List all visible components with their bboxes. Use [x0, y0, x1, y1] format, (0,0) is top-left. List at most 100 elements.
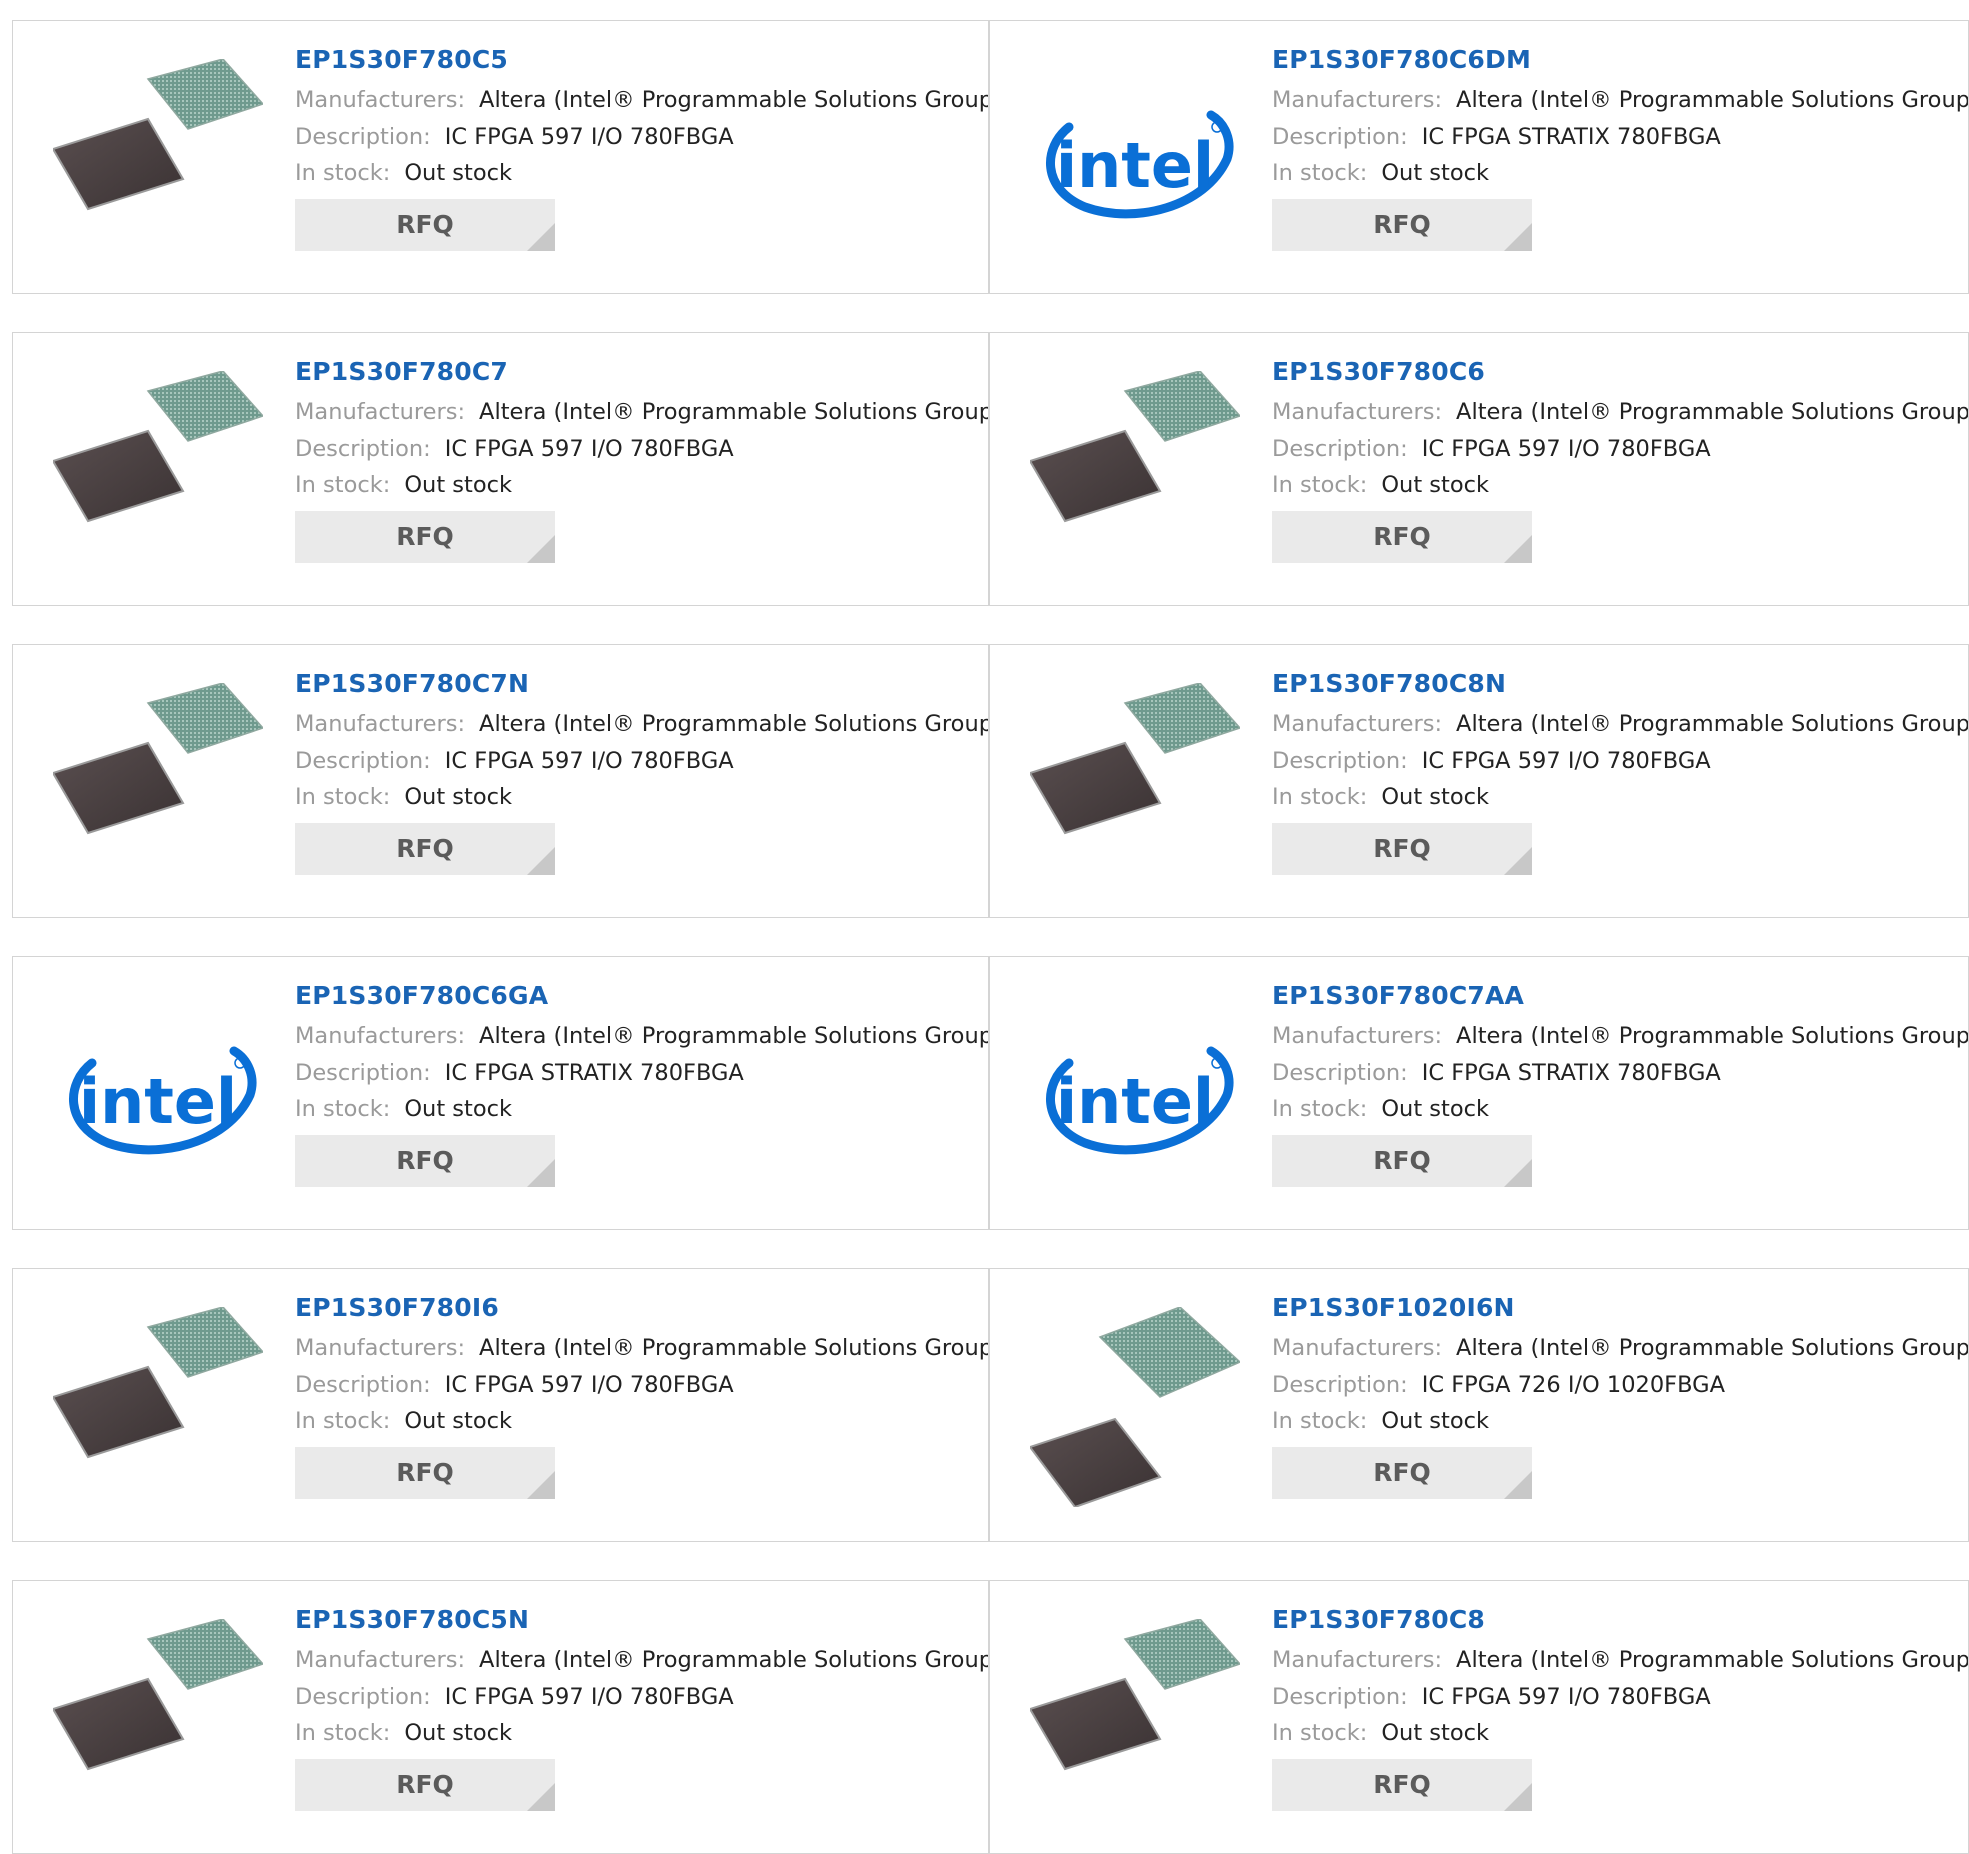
part-number-link[interactable]: EP1S30F780C6GA — [295, 983, 978, 1008]
manufacturer-value: Altera (Intel® Programmable Solutions Gr… — [479, 1647, 989, 1673]
product-card: EP1S30F780I6 Manufacturers: Altera (Intel… — [12, 1268, 989, 1542]
product-image[interactable]: intel — [53, 995, 263, 1195]
product-image[interactable]: intel — [1030, 59, 1240, 259]
rfq-button[interactable]: RFQ — [295, 1446, 555, 1499]
manufacturer-row: Manufacturers: Altera (Intel® Programmabl… — [1272, 87, 1968, 113]
intel-logo-text: intel — [1056, 1065, 1214, 1138]
description-row: Description: IC FPGA 597 I/O 780FBGA — [295, 125, 978, 149]
rfq-button[interactable]: RFQ — [1272, 510, 1532, 563]
stock-label: In stock: — [1272, 1720, 1368, 1746]
product-image[interactable] — [53, 1307, 263, 1507]
product-image[interactable]: intel — [1030, 995, 1240, 1195]
manufacturer-value: Altera (Intel® Programmable Solutions Gr… — [1456, 1647, 1969, 1673]
manufacturer-value: Altera (Intel® Programmable Solutions Gr… — [479, 399, 989, 425]
product-info: EP1S30F780C6DM Manufacturers: Altera (Int… — [1272, 47, 1968, 251]
manufacturer-label: Manufacturers: — [1272, 711, 1443, 737]
description-label: Description: — [1272, 123, 1408, 150]
product-card: EP1S30F780C6 Manufacturers: Altera (Intel… — [989, 332, 1969, 606]
stock-value: Out stock — [404, 1720, 512, 1746]
manufacturer-label: Manufacturers: — [295, 87, 466, 113]
stock-value: Out stock — [404, 784, 512, 810]
stock-row: In stock: Out stock — [1272, 474, 1958, 497]
product-image[interactable] — [1030, 1619, 1240, 1819]
manufacturer-label: Manufacturers: — [1272, 87, 1443, 113]
stock-label: In stock: — [1272, 472, 1368, 498]
stock-value: Out stock — [404, 1096, 512, 1122]
part-number-link[interactable]: EP1S30F780C5 — [295, 47, 978, 72]
intel-logo-icon: intel — [69, 1046, 257, 1155]
stock-value: Out stock — [1381, 1096, 1489, 1122]
manufacturer-row: Manufacturers: Altera (Intel® Programmabl… — [295, 1025, 988, 1048]
manufacturer-label: Manufacturers: — [295, 711, 466, 737]
description-value: IC FPGA 597 I/O 780FBGA — [444, 1683, 734, 1710]
stock-value: Out stock — [1381, 160, 1489, 186]
fpga-chip-icon — [1030, 1307, 1240, 1507]
rfq-button[interactable]: RFQ — [295, 1134, 555, 1187]
stock-label: In stock: — [295, 472, 391, 498]
stock-value: Out stock — [404, 160, 512, 186]
description-value: IC FPGA STRATIX 780FBGA — [1421, 123, 1721, 150]
description-row: Description: IC FPGA 597 I/O 780FBGA — [1272, 1685, 1958, 1709]
manufacturer-value: Altera (Intel® Programmable Solutions Gr… — [479, 1335, 989, 1361]
product-image[interactable] — [1030, 683, 1240, 883]
part-number-link[interactable]: EP1S30F780C6DM — [1272, 47, 1958, 72]
description-row: Description: IC FPGA STRATIX 780FBGA — [1272, 123, 1958, 150]
stock-value: Out stock — [404, 472, 512, 498]
rfq-button[interactable]: RFQ — [295, 510, 555, 563]
stock-row: In stock: Out stock — [1272, 1410, 1958, 1433]
manufacturer-label: Manufacturers: — [1272, 1335, 1443, 1361]
part-number-link[interactable]: EP1S30F780C8N — [1272, 671, 1958, 696]
stock-row: In stock: Out stock — [1272, 1722, 1958, 1745]
description-label: Description: — [1272, 435, 1408, 462]
product-image[interactable] — [53, 1619, 263, 1819]
rfq-button[interactable]: RFQ — [1272, 1446, 1532, 1499]
stock-row: In stock: Out stock — [295, 474, 978, 497]
intel-logo-text: intel — [79, 1065, 237, 1138]
stock-value: Out stock — [1381, 784, 1489, 810]
stock-label: In stock: — [1272, 160, 1368, 186]
product-image[interactable] — [53, 371, 263, 571]
product-card: EP1S30F1020I6N Manufacturers: Altera (Int… — [989, 1268, 1969, 1542]
product-info: EP1S30F780C5N Manufacturers: Altera (Inte… — [295, 1607, 988, 1811]
description-label: Description: — [295, 435, 431, 462]
fpga-chip-icon — [53, 371, 263, 523]
product-card: intel EP1S30F780C7AA Manufacturers: Alter… — [989, 956, 1969, 1230]
rfq-button[interactable]: RFQ — [295, 1758, 555, 1811]
product-image[interactable] — [53, 683, 263, 883]
rfq-button[interactable]: RFQ — [1272, 822, 1532, 875]
part-number-link[interactable]: EP1S30F780C5N — [295, 1607, 978, 1632]
product-card: EP1S30F780C5 Manufacturers: Altera (Intel… — [12, 20, 989, 294]
manufacturer-label: Manufacturers: — [1272, 1647, 1443, 1673]
rfq-button[interactable]: RFQ — [1272, 1758, 1532, 1811]
manufacturer-value: Altera (Intel® Programmable Solutions Gr… — [1456, 1335, 1969, 1361]
rfq-button[interactable]: RFQ — [295, 198, 555, 251]
stock-row: In stock: Out stock — [295, 786, 978, 809]
stock-row: In stock: Out stock — [1272, 786, 1958, 809]
part-number-link[interactable]: EP1S30F780C7 — [295, 359, 978, 384]
product-image[interactable] — [53, 59, 263, 259]
description-label: Description: — [1272, 1371, 1408, 1398]
product-card: EP1S30F780C8 Manufacturers: Altera (Intel… — [989, 1580, 1969, 1854]
manufacturer-label: Manufacturers: — [295, 1335, 466, 1361]
product-image[interactable] — [1030, 371, 1240, 571]
product-image[interactable] — [1030, 1307, 1240, 1507]
description-label: Description: — [295, 1371, 431, 1398]
part-number-link[interactable]: EP1S30F780C8 — [1272, 1607, 1958, 1632]
fpga-chip-icon — [1030, 683, 1240, 835]
description-value: IC FPGA 597 I/O 780FBGA — [1421, 747, 1711, 774]
manufacturer-label: Manufacturers: — [295, 399, 466, 425]
stock-label: In stock: — [295, 1720, 391, 1746]
manufacturer-label: Manufacturers: — [1272, 399, 1443, 425]
rfq-button[interactable]: RFQ — [1272, 198, 1532, 251]
rfq-button[interactable]: RFQ — [295, 822, 555, 875]
part-number-link[interactable]: EP1S30F780C7AA — [1272, 983, 1958, 1008]
part-number-link[interactable]: EP1S30F1020I6N — [1272, 1295, 1958, 1320]
rfq-button[interactable]: RFQ — [1272, 1134, 1532, 1187]
description-value: IC FPGA 597 I/O 780FBGA — [444, 1371, 734, 1398]
part-number-link[interactable]: EP1S30F780I6 — [295, 1295, 978, 1320]
product-info: EP1S30F780C6GA Manufacturers: Altera (Int… — [295, 983, 988, 1187]
description-label: Description: — [295, 1683, 431, 1710]
stock-value: Out stock — [1381, 1408, 1489, 1434]
part-number-link[interactable]: EP1S30F780C6 — [1272, 359, 1958, 384]
part-number-link[interactable]: EP1S30F780C7N — [295, 671, 978, 696]
